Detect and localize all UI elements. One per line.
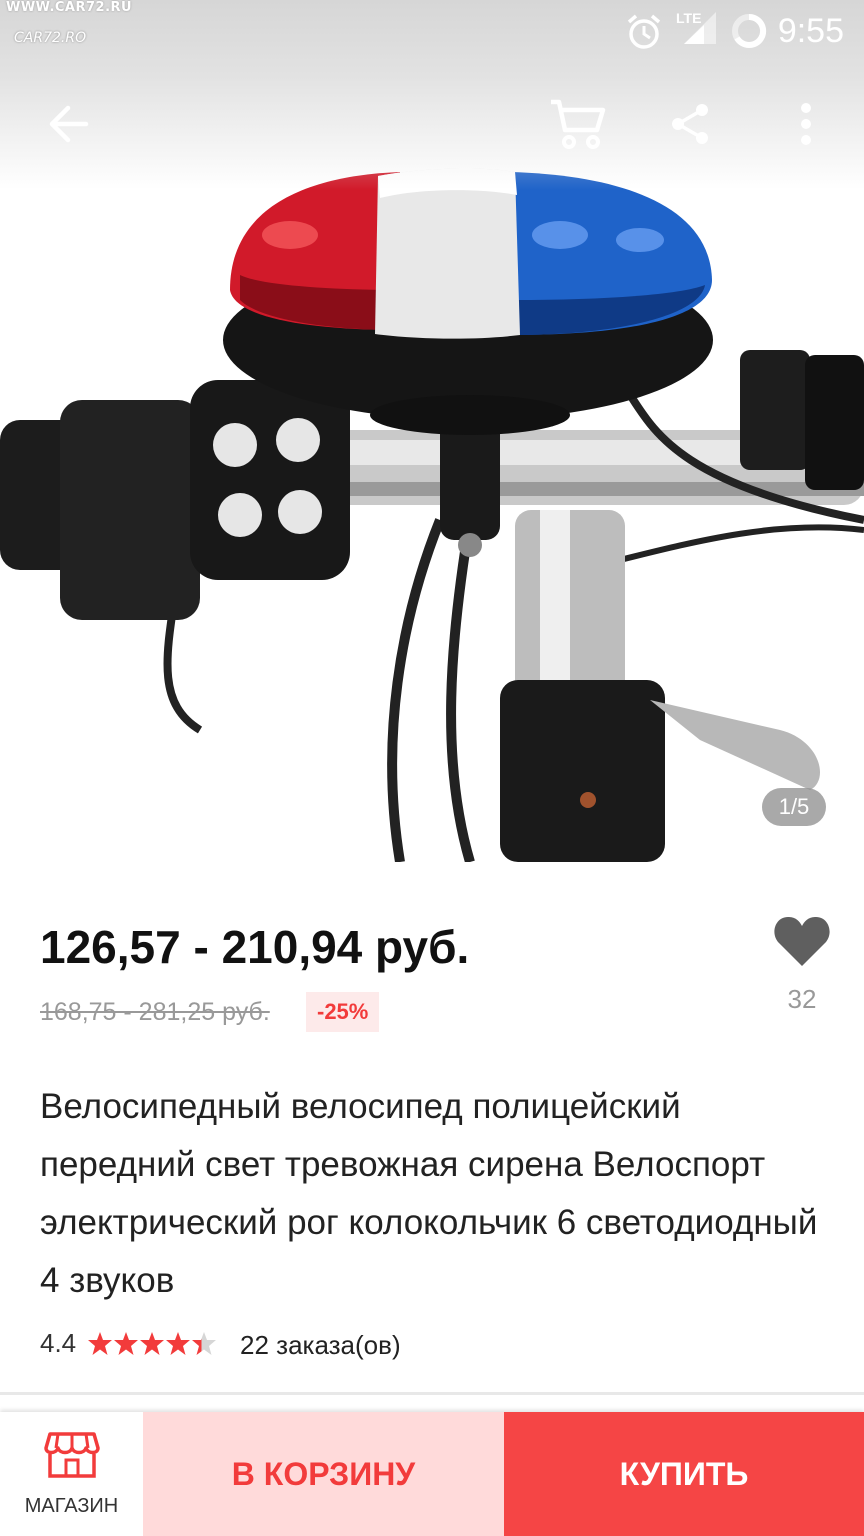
more-vert-icon [800, 102, 812, 151]
divider [0, 1392, 864, 1395]
store-icon [43, 1430, 100, 1485]
more-options-button[interactable] [778, 98, 834, 154]
battery-icon [730, 12, 768, 55]
cart-button[interactable] [550, 98, 606, 154]
heart-icon [772, 916, 832, 974]
back-button[interactable] [40, 98, 96, 154]
rating-stars [88, 1331, 218, 1357]
wishlist-button[interactable] [772, 914, 832, 970]
alarm-icon [624, 14, 664, 55]
buy-now-button[interactable]: КУПИТЬ [504, 1412, 864, 1536]
share-icon [668, 102, 712, 151]
discount-badge: -25% [306, 992, 380, 1032]
orders-count: 22 заказа(ов) [240, 1330, 401, 1360]
product-rating[interactable]: 4.4 [40, 1328, 218, 1359]
cart-icon [549, 96, 607, 157]
clock: 9:55 [777, 12, 844, 50]
signal-icon [682, 12, 718, 51]
store-button[interactable]: МАГАЗИН [0, 1412, 143, 1536]
store-label: МАГАЗИН [24, 1495, 119, 1517]
watermark-text: WWW.CAR72.RU [6, 0, 133, 15]
product-price: 126,57 - 210,94 руб. [40, 921, 470, 973]
product-image-gallery[interactable]: WWW.CAR72.RU CAR72.RO LTE 9:55 1/5 [0, 0, 864, 862]
share-button[interactable] [662, 98, 718, 154]
watermark-logo: CAR72.RO [14, 30, 87, 46]
rating-value: 4.4 [40, 1328, 77, 1358]
image-counter: 1/5 [762, 788, 826, 826]
original-price: 168,75 - 281,25 руб. [40, 998, 270, 1026]
bottom-action-bar: МАГАЗИН В КОРЗИНУ КУПИТЬ [0, 1412, 864, 1536]
product-title: Велосипедный велосипед полицейский перед… [40, 1087, 818, 1300]
status-bar: WWW.CAR72.RU CAR72.RO LTE 9:55 [0, 0, 864, 60]
wishlist-count: 32 [787, 984, 817, 1014]
back-arrow-icon [46, 104, 90, 149]
add-to-cart-button[interactable]: В КОРЗИНУ [143, 1412, 504, 1536]
